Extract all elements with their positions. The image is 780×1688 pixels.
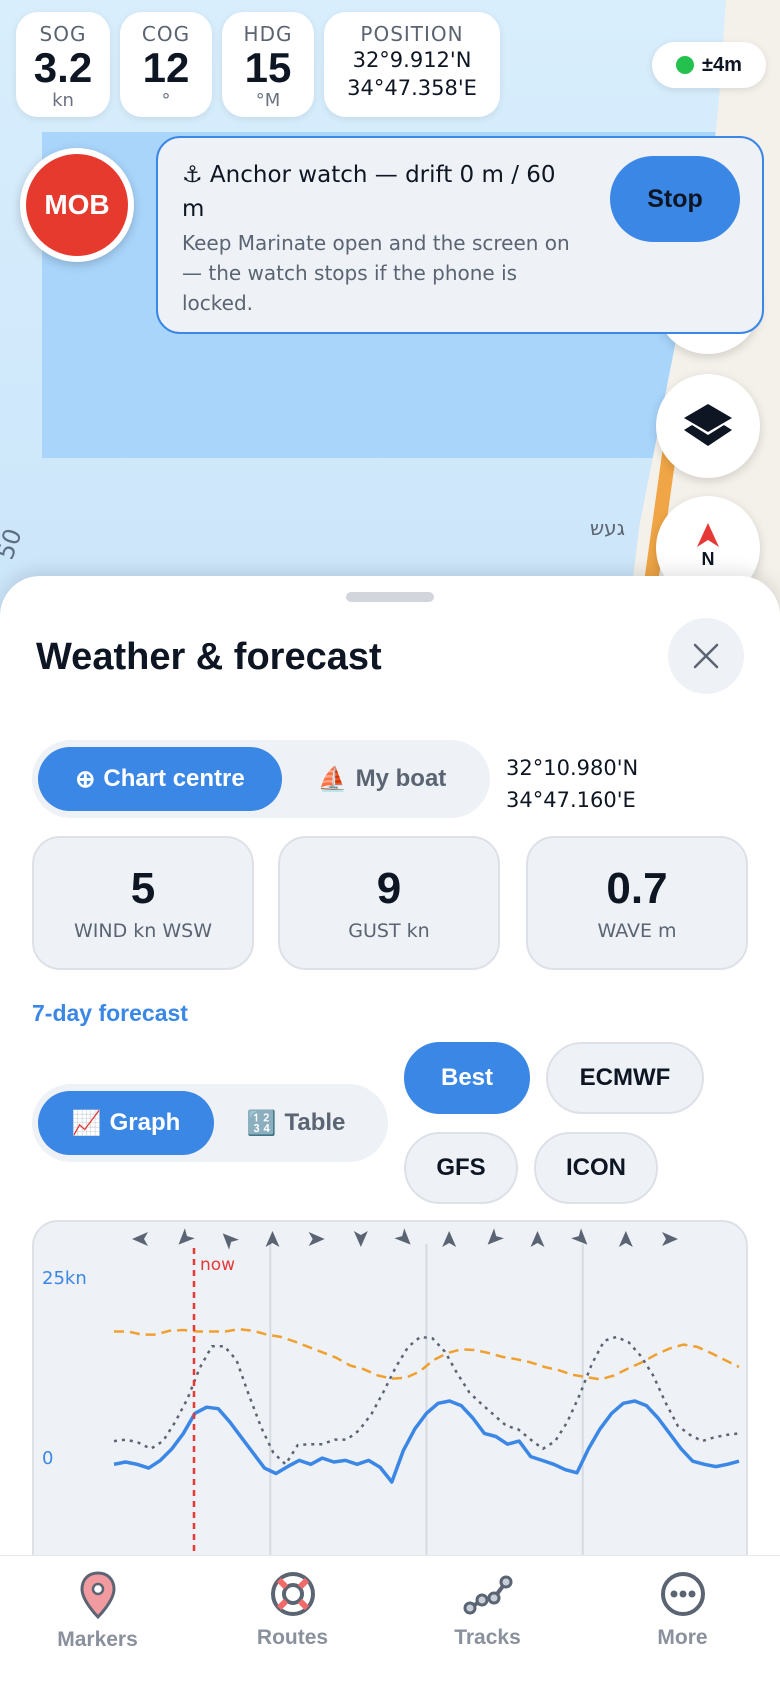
anchor-watch-title: ⚓ Anchor watch — drift 0 m / 60 m <box>182 162 556 222</box>
wave-label: WAVE m <box>597 920 677 942</box>
mob-button[interactable]: MOB <box>20 148 134 262</box>
sheet-title: Weather & forecast <box>36 636 382 678</box>
wind-value: 5 <box>130 864 156 913</box>
tab-tracks-label: Tracks <box>454 1626 521 1649</box>
position-stat: POSITION 32°9.912'N 34°47.358'E <box>324 12 500 117</box>
tab-tracks[interactable]: Tracks <box>390 1556 585 1688</box>
weather-sheet: Weather & forecast ⊕ Chart centre ⛵ My b… <box>0 576 780 1688</box>
wind-direction-arrow <box>265 1231 280 1247</box>
wind-direction-arrow <box>662 1232 678 1246</box>
map-place-label: געש <box>590 516 625 540</box>
gust-value: 9 <box>376 864 402 913</box>
cog-value: 12 <box>142 44 190 91</box>
sheet-grab-handle[interactable] <box>346 592 434 602</box>
chart-centre-label: Chart centre <box>103 765 245 792</box>
tab-more-label: More <box>657 1626 708 1649</box>
gps-accuracy-text: ±4m <box>702 53 742 76</box>
position-lat: 32°9.912'N <box>352 48 472 72</box>
north-arrow-icon <box>697 522 719 547</box>
tab-routes-label: Routes <box>256 1626 329 1649</box>
compass-north-label: N <box>701 548 715 569</box>
now-label: now <box>200 1255 235 1275</box>
close-icon <box>693 643 719 669</box>
graph-table-toggle: 📈 Graph 🔢 Table <box>32 1084 388 1162</box>
position-label: POSITION <box>360 22 464 46</box>
hdg-value: 15 <box>244 44 292 91</box>
numbers-icon: 🔢 <box>246 1109 277 1137</box>
wind-direction-arrow <box>308 1232 325 1246</box>
sog-label: SOG <box>39 22 87 46</box>
graph-label: Graph <box>109 1109 181 1136</box>
hdg-label: HDG <box>243 22 293 46</box>
sog-unit: kn <box>52 90 74 111</box>
hdg-stat: HDG 15 °M <box>222 12 314 117</box>
life-ring-icon <box>270 1572 315 1616</box>
wave-value: 0.7 <box>606 864 668 913</box>
wind-direction-arrow <box>394 1228 411 1245</box>
graph-option[interactable]: 📈 Graph <box>38 1091 214 1155</box>
y-tick-label: 0 <box>42 1448 53 1469</box>
anchor-watch-banner: ⚓ Anchor watch — drift 0 m / 60 m Keep M… <box>156 136 764 334</box>
table-label: Table <box>284 1109 346 1136</box>
gust-card: 9 GUST kn <box>278 836 500 970</box>
track-icon <box>463 1575 512 1615</box>
wind-card: 5 WIND kn WSW <box>32 836 254 970</box>
sog-stat: SOG 3.2 kn <box>16 12 110 117</box>
location-source-toggle: ⊕ Chart centre ⛵ My boat <box>32 740 490 818</box>
forecast-lat: 32°10.980'N <box>506 756 639 780</box>
tab-more[interactable]: More <box>585 1556 780 1688</box>
bottom-tab-bar: Markers Routes Tracks More <box>0 1555 780 1688</box>
wind-label: WIND kn WSW <box>74 920 212 942</box>
wind-direction-arrow <box>442 1231 457 1247</box>
gps-status-dot <box>676 56 695 74</box>
chart-centre-option[interactable]: ⊕ Chart centre <box>38 747 282 811</box>
layers-icon <box>684 404 732 446</box>
wind-direction-arrow <box>222 1233 239 1250</box>
model-icon-button[interactable]: ICON <box>534 1132 658 1204</box>
tab-markers[interactable]: Markers <box>0 1556 195 1688</box>
cog-label: COG <box>141 22 191 46</box>
forecast-lon: 34°47.160'E <box>506 788 636 812</box>
forecast-coordinates: 32°10.980'N 34°47.160'E <box>506 752 638 816</box>
sailboat-icon: ⛵ <box>317 765 348 793</box>
forecast-graph[interactable]: 25kn 0 now <box>32 1220 748 1580</box>
wind-direction-arrow <box>571 1228 588 1245</box>
position-lon: 34°47.358'E <box>347 76 477 100</box>
close-sheet-button[interactable] <box>668 618 744 694</box>
wind-direction-arrow <box>530 1231 545 1247</box>
forecast-graph-svg: 25kn 0 now <box>42 1228 740 1578</box>
model-gfs-button[interactable]: GFS <box>404 1132 518 1204</box>
wind-direction-arrow <box>487 1228 504 1245</box>
my-boat-label: My boat <box>355 765 447 792</box>
tab-markers-label: Markers <box>57 1628 138 1651</box>
tab-routes[interactable]: Routes <box>195 1556 390 1688</box>
model-best-button[interactable]: Best <box>404 1042 530 1114</box>
layers-button[interactable] <box>656 374 760 478</box>
hdg-unit: °M <box>255 90 281 111</box>
stop-anchor-watch-button[interactable]: Stop <box>610 156 740 242</box>
my-boat-option[interactable]: ⛵ My boat <box>282 747 482 811</box>
sog-value: 3.2 <box>33 44 93 91</box>
wind-direction-arrow <box>618 1231 633 1247</box>
wind-direction-arrow <box>132 1232 148 1246</box>
crosshair-icon: ⊕ <box>75 765 96 793</box>
gps-accuracy-badge[interactable]: ±4m <box>652 42 766 88</box>
chart-icon: 📈 <box>71 1109 102 1137</box>
cog-stat: COG 12 ° <box>120 12 212 117</box>
map-pin-icon <box>79 1571 116 1620</box>
y-tick-label: 25kn <box>42 1268 87 1289</box>
seven-day-forecast-link[interactable]: 7-day forecast <box>32 1000 188 1027</box>
anchor-watch-description: Keep Marinate open and the screen on — t… <box>182 231 570 315</box>
more-icon <box>660 1572 705 1616</box>
model-ecmwf-button[interactable]: ECMWF <box>546 1042 704 1114</box>
cog-unit: ° <box>161 90 171 111</box>
wave-card: 0.7 WAVE m <box>526 836 748 970</box>
wind-direction-arrow <box>353 1231 368 1247</box>
gust-label: GUST kn <box>348 920 430 942</box>
wind-direction-arrow <box>178 1228 195 1245</box>
table-option[interactable]: 🔢 Table <box>214 1091 378 1155</box>
